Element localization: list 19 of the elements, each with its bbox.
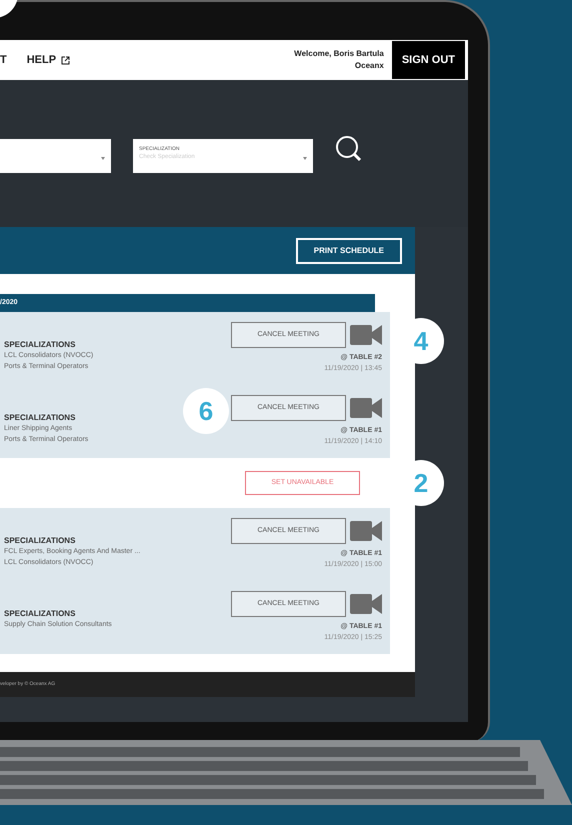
search-icon[interactable] <box>335 135 363 163</box>
specializations-heading: SPECIALIZATIONS <box>4 412 76 423</box>
specializations-heading: SPECIALIZATIONS <box>4 608 76 619</box>
select-field[interactable] <box>0 139 111 173</box>
company-name: Oceanx <box>354 60 384 72</box>
video-camera-icon[interactable] <box>350 324 382 346</box>
video-camera-icon[interactable] <box>350 593 382 615</box>
specializations-heading: SPECIALIZATIONS <box>4 535 76 546</box>
caret-icon <box>101 157 105 160</box>
specializations-heading: SPECIALIZATIONS <box>4 339 76 350</box>
external-link-icon <box>61 56 70 64</box>
welcome-text: Welcome, Boris Bartula <box>294 48 384 60</box>
print-schedule-button[interactable]: PRINT SCHEDULE <box>296 238 402 264</box>
sign-out-button[interactable]: SIGN OUT <box>392 41 465 79</box>
caret-icon <box>303 157 307 160</box>
nav-link[interactable]: T <box>0 52 7 68</box>
video-camera-icon[interactable] <box>350 520 382 542</box>
video-camera-icon[interactable] <box>350 397 382 419</box>
nav-link[interactable]: HELP <box>26 52 70 68</box>
